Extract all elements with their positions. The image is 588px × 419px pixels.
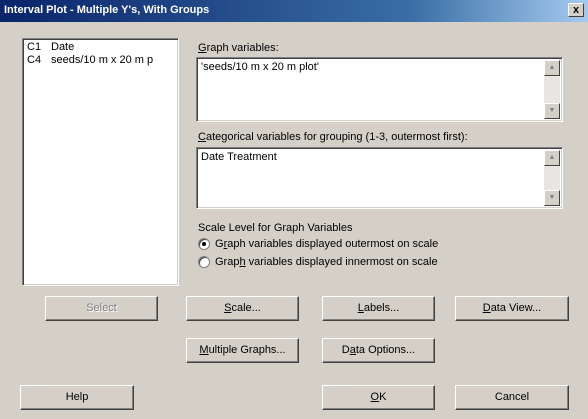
variable-list[interactable]: C1 Date C4 seeds/10 m x 20 m p [22,38,179,286]
categorical-variables-label: Categorical variables for grouping (1-3,… [198,131,468,143]
column-name: seeds/10 m x 20 m p [51,54,154,66]
scale-button[interactable]: Scale... [186,296,299,321]
column-id: C4 [27,54,42,66]
data-options-button[interactable]: Data Options... [322,338,435,363]
radio-innermost[interactable]: Graph variables displayed innermost on s… [198,256,438,268]
scroll-up-arrow-icon[interactable]: ▲ [544,150,560,166]
cancel-button[interactable]: Cancel [455,385,569,410]
list-item[interactable]: C4 seeds/10 m x 20 m p [27,54,174,67]
scale-level-heading: Scale Level for Graph Variables [198,222,353,234]
graph-variables-scrollbar[interactable]: ▲ ▼ [544,60,560,119]
radio-innermost-label: Graph variables displayed innermost on s… [215,256,438,268]
scroll-down-arrow-icon[interactable]: ▼ [544,190,560,206]
window-title: Interval Plot - Multiple Y's, With Group… [4,4,210,16]
close-button[interactable]: x [568,3,584,17]
labels-button[interactable]: Labels... [322,296,435,321]
ok-button[interactable]: OK [322,385,435,410]
categorical-variables-value: Date Treatment [201,151,277,163]
list-item[interactable]: C1 Date [27,41,174,54]
multiple-graphs-button[interactable]: Multiple Graphs... [186,338,299,363]
data-view-button[interactable]: Data View... [455,296,569,321]
radio-outermost-label: Graph variables displayed outermost on s… [215,238,439,250]
radio-unselected-icon[interactable] [198,256,210,268]
graph-variables-field[interactable]: 'seeds/10 m x 20 m plot' ▲ ▼ [196,57,563,122]
help-button[interactable]: Help [20,385,134,410]
radio-selected-icon[interactable] [198,238,210,250]
scroll-up-arrow-icon[interactable]: ▲ [544,60,560,76]
close-icon: x [572,4,580,16]
scroll-down-arrow-icon[interactable]: ▼ [544,103,560,119]
graph-variables-value: 'seeds/10 m x 20 m plot' [201,61,319,73]
select-button[interactable]: Select [45,296,158,321]
graph-variables-label: Graph variables: [198,42,279,54]
column-name: Date [51,41,75,53]
categorical-variables-field[interactable]: Date Treatment ▲ ▼ [196,147,563,209]
categorical-variables-scrollbar[interactable]: ▲ ▼ [544,150,560,206]
column-id: C1 [27,41,42,53]
radio-outermost[interactable]: Graph variables displayed outermost on s… [198,238,438,250]
title-bar: Interval Plot - Multiple Y's, With Group… [0,0,588,22]
